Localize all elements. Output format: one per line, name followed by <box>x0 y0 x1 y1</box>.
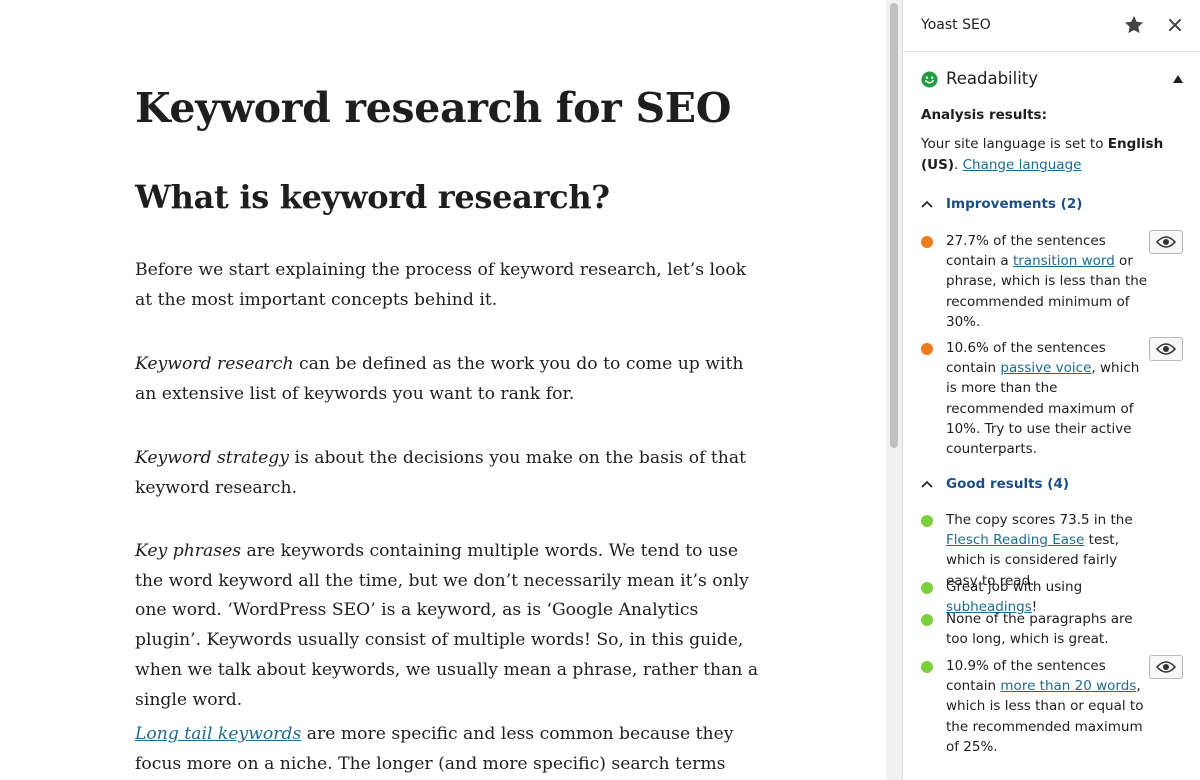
emphasis-text: Key phrases <box>135 541 242 561</box>
yoast-sidebar: Yoast SEO Readability Analysis results: … <box>903 0 1200 780</box>
change-language-link[interactable]: Change language <box>963 157 1082 173</box>
emphasis-text: Keyword research <box>135 354 294 374</box>
eye-icon <box>1156 661 1176 673</box>
emphasis-text: Keyword strategy <box>135 448 289 468</box>
eye-icon <box>1156 343 1176 355</box>
status-dot-green <box>921 582 933 594</box>
highlight-button[interactable] <box>1149 230 1183 254</box>
smile-icon <box>921 71 938 88</box>
post-title[interactable]: Keyword research for SEO <box>135 84 731 132</box>
sidebar-header: Yoast SEO <box>903 0 1200 52</box>
readability-panel-toggle[interactable]: Readability <box>903 52 1200 108</box>
heading-block[interactable]: What is keyword research? <box>135 178 610 216</box>
status-dot-green <box>921 661 933 673</box>
result-text: 10.6% of the sentences contain passive v… <box>946 340 1140 458</box>
improvements-label: Improvements (2) <box>946 196 1083 212</box>
status-dot-orange <box>921 236 933 248</box>
more-than-20-words-link[interactable]: more than 20 words <box>1000 678 1136 694</box>
status-dot-orange <box>921 343 933 355</box>
site-language-notice: Your site language is set to English (US… <box>921 134 1183 175</box>
good-results-label: Good results (4) <box>946 476 1070 492</box>
paragraph-block[interactable]: Keyword research can be defined as the w… <box>135 350 760 409</box>
language-text: . <box>954 156 963 173</box>
status-dot-green <box>921 614 933 626</box>
improvements-section-toggle[interactable]: Improvements (2) <box>921 196 1082 212</box>
editor-canvas[interactable]: Keyword research for SEO What is keyword… <box>0 0 886 780</box>
close-icon[interactable] <box>1165 15 1185 35</box>
flesch-reading-ease-link[interactable]: Flesch Reading Ease <box>946 532 1084 548</box>
chevron-up-icon <box>921 480 933 488</box>
result-text: 27.7% of the sentences contain a transit… <box>946 233 1148 330</box>
paragraph-block[interactable]: Before we start explaining the process o… <box>135 256 760 315</box>
paragraph-text: are keywords containing multiple words. … <box>135 541 759 710</box>
long-tail-keywords-link[interactable]: Long tail keywords <box>135 724 301 744</box>
editor-scrollbar[interactable] <box>886 0 903 780</box>
eye-icon <box>1156 236 1176 248</box>
paragraph-block[interactable]: Keyword strategy is about the decisions … <box>135 444 760 503</box>
scrollbar-thumb[interactable] <box>890 3 898 448</box>
caret-up-icon[interactable] <box>1173 75 1183 83</box>
paragraph-block[interactable]: Key phrases are keywords containing mult… <box>135 537 760 715</box>
sidebar-title: Yoast SEO <box>921 17 991 33</box>
paragraph-block[interactable]: Long tail keywords are more specific and… <box>135 720 760 780</box>
panel-title: Readability <box>946 69 1039 88</box>
chevron-up-icon <box>921 200 933 208</box>
star-icon[interactable] <box>1123 14 1145 36</box>
good-results-section-toggle[interactable]: Good results (4) <box>921 476 1069 492</box>
status-dot-green <box>921 515 933 527</box>
highlight-button[interactable] <box>1149 655 1183 679</box>
transition-word-link[interactable]: transition word <box>1013 253 1115 269</box>
language-text: Your site language is set to <box>921 136 1108 152</box>
result-text: None of the paragraphs are too long, whi… <box>946 611 1133 648</box>
highlight-button[interactable] <box>1149 337 1183 361</box>
analysis-results-label: Analysis results: <box>921 107 1047 123</box>
result-text: 10.9% of the sentences contain more than… <box>946 658 1144 755</box>
passive-voice-link[interactable]: passive voice <box>1000 360 1091 376</box>
